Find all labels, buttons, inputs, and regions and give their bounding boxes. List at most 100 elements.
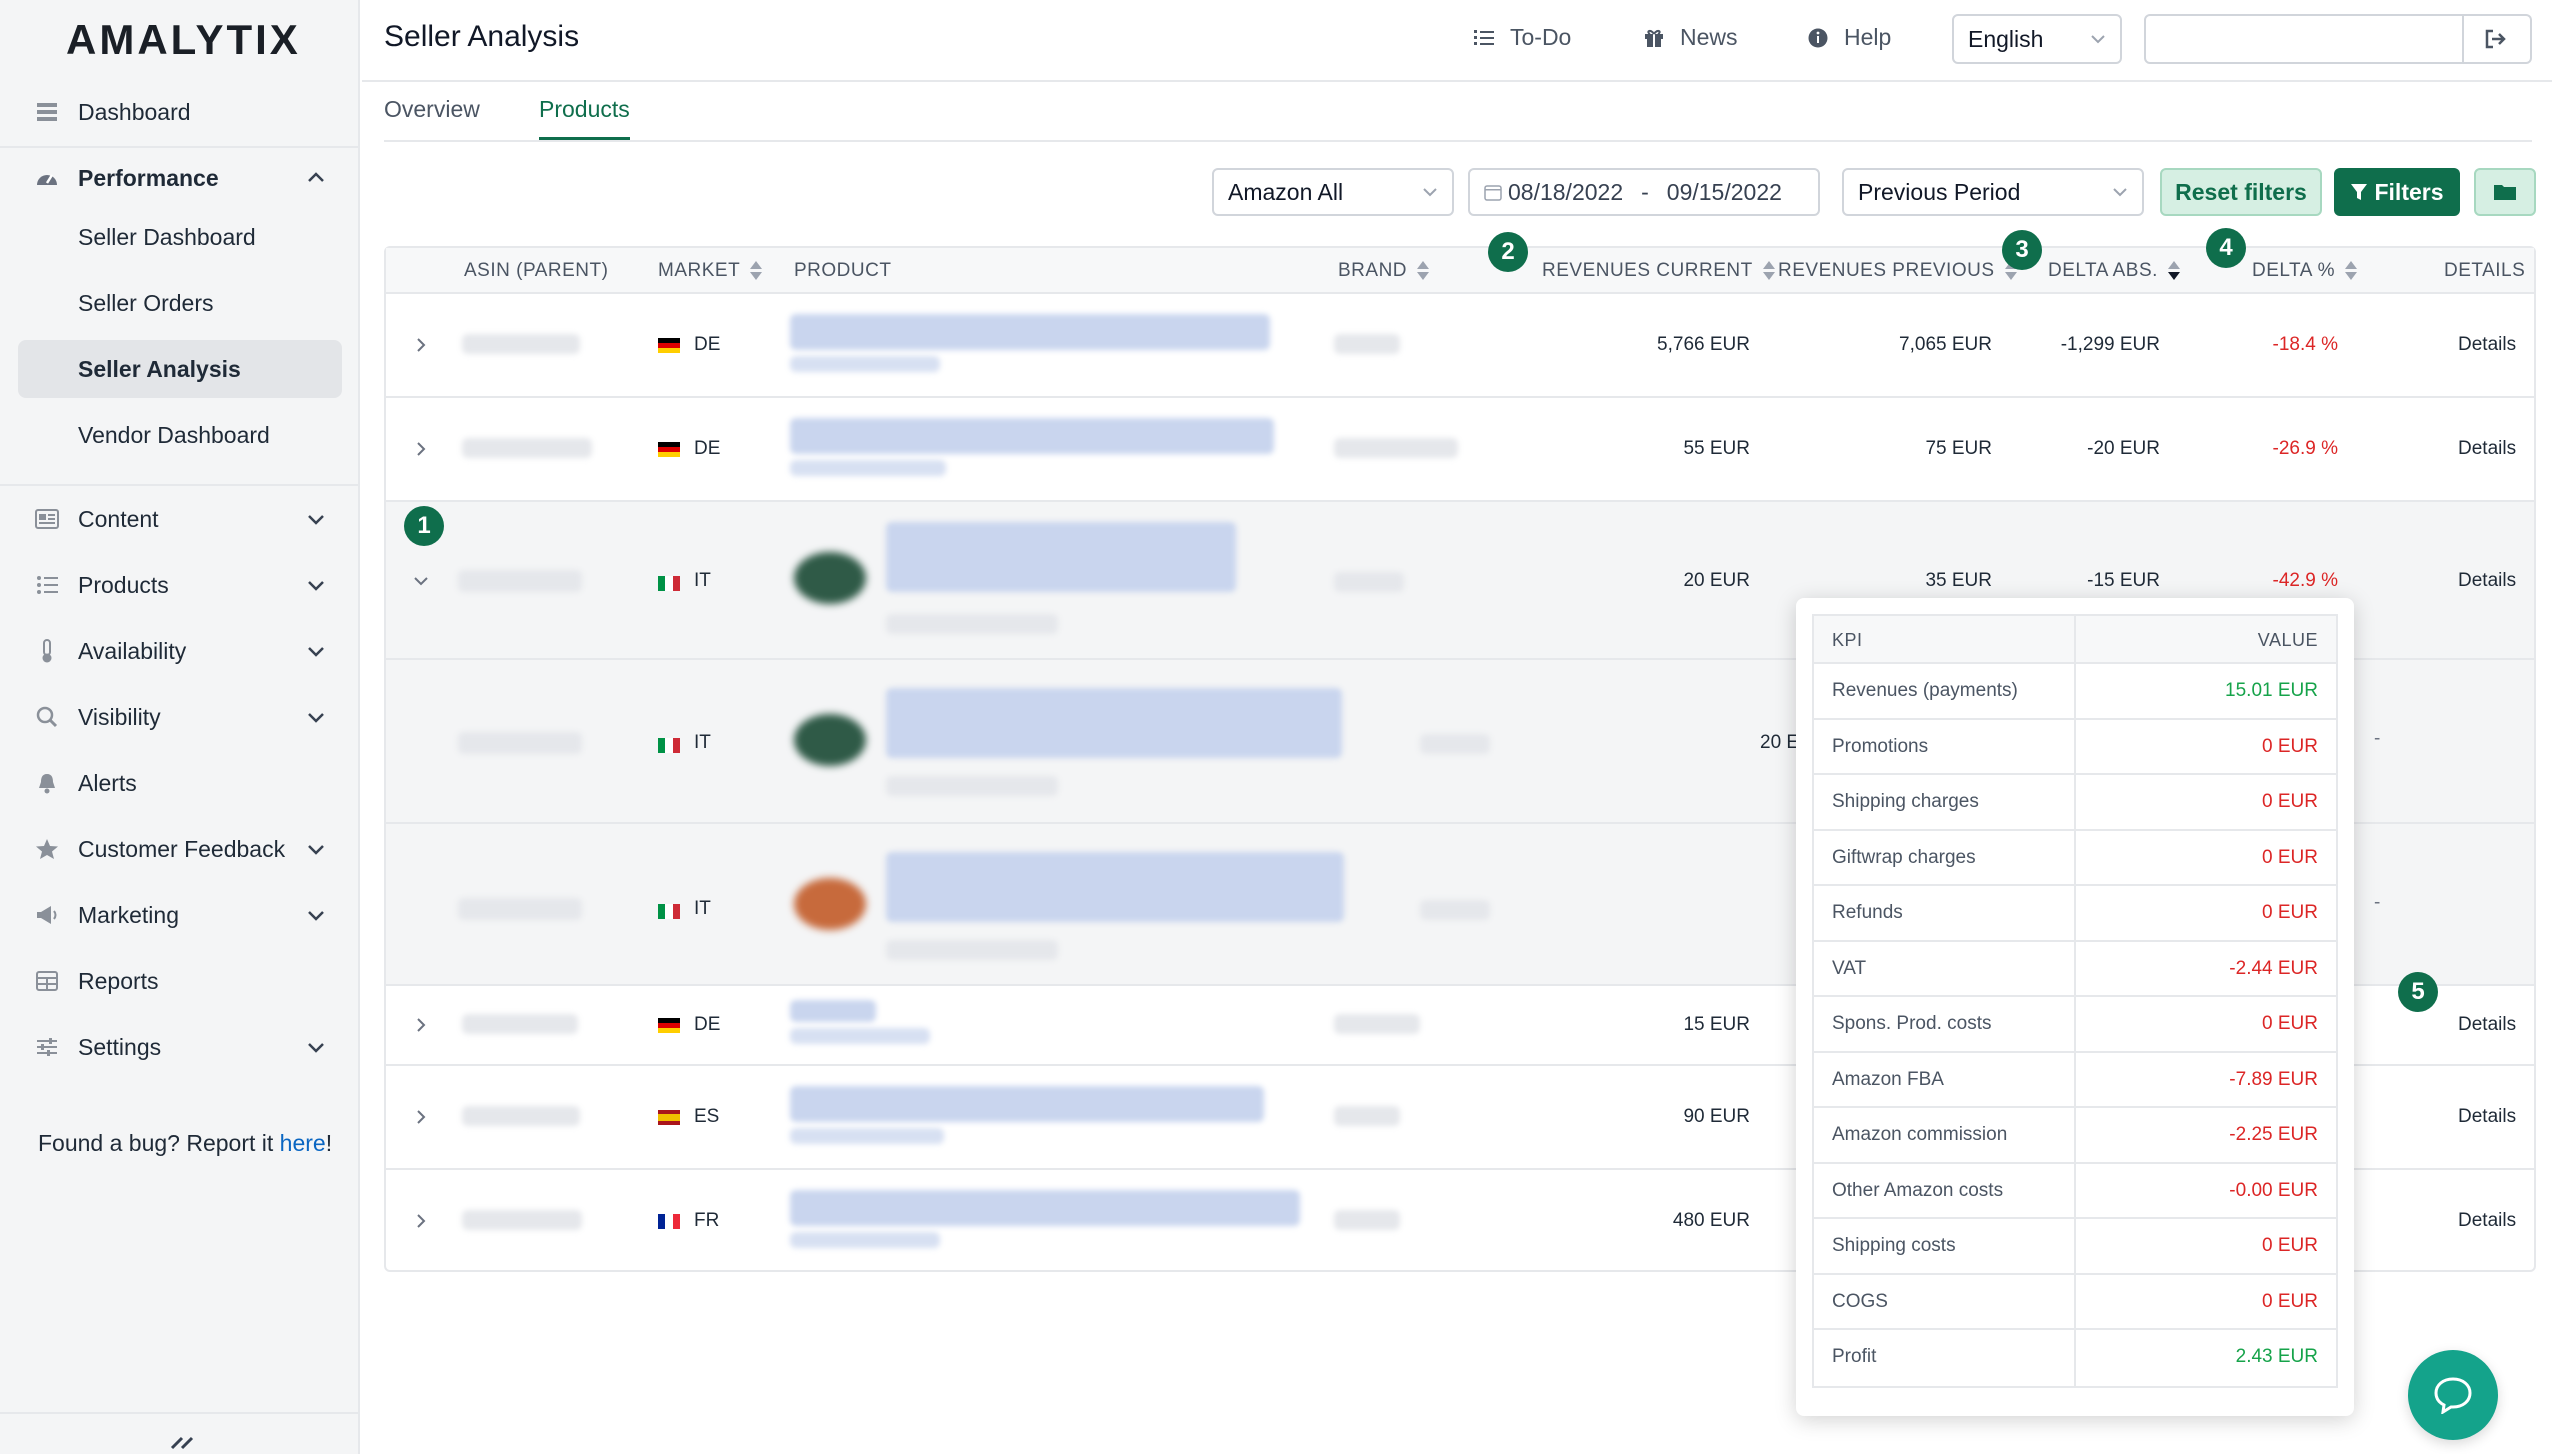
chevron-right-icon[interactable] (410, 334, 432, 356)
chevron-up-icon[interactable] (304, 166, 328, 190)
revenues-current-cell: 20 EUR (1683, 570, 1750, 591)
checklist-icon (1474, 29, 1494, 45)
sidebar-item-label: Customer Feedback (78, 835, 286, 862)
step-badge-2: 2 (1488, 232, 1528, 272)
product-subtitle (886, 776, 1058, 796)
chevron-down-icon[interactable] (304, 573, 328, 597)
sort-icon[interactable] (1417, 261, 1430, 281)
delta-pct-cell: -42.9 % (2272, 570, 2338, 591)
brand-value (1334, 1014, 1420, 1034)
details-link[interactable]: Details (2458, 334, 2516, 356)
sort-icon[interactable] (1762, 261, 1775, 281)
collapse-sidebar-icon[interactable] (168, 1436, 196, 1454)
table-row[interactable]: DE 55 EUR 75 EUR -20 EUR -26.9 % Details (386, 398, 2534, 502)
product-title[interactable] (886, 688, 1342, 758)
bug-report-text: Found a bug? Report it here! (38, 1130, 333, 1156)
product-subtitle (790, 460, 946, 476)
details-link[interactable]: Details (2458, 1106, 2516, 1128)
col-market[interactable]: MARKET (658, 260, 763, 282)
product-title[interactable] (886, 852, 1344, 922)
sidebar-item-content[interactable]: Content (18, 491, 342, 547)
bug-report-link[interactable]: here (280, 1130, 326, 1156)
gauge-icon (34, 165, 60, 191)
sidebar-item-marketing[interactable]: Marketing (18, 887, 342, 943)
divider (0, 484, 358, 486)
chevron-down-icon (2091, 35, 2105, 44)
language-select[interactable]: English (1952, 14, 2122, 64)
step-badge-5: 5 (2398, 972, 2438, 1012)
details-placeholder: - (2374, 728, 2381, 749)
search-input[interactable] (2144, 14, 2464, 64)
marketplace-select[interactable]: Amazon All (1212, 168, 1454, 216)
product-subtitle (790, 1028, 930, 1044)
search-icon (34, 704, 60, 730)
sidebar-item-customer-feedback[interactable]: Customer Feedback (18, 821, 342, 877)
table-row[interactable]: DE 5,766 EUR 7,065 EUR -1,299 EUR -18.4 … (386, 294, 2534, 398)
tab-products[interactable]: Products (539, 96, 630, 140)
col-revenues-previous[interactable]: REVENUES PREVIOUS (1778, 260, 2017, 282)
logout-button[interactable] (2462, 14, 2532, 64)
comparison-period-select[interactable]: Previous Period (1842, 168, 2144, 216)
chevron-down-icon[interactable] (410, 570, 432, 592)
todo-link[interactable]: To-Do (1474, 24, 1571, 51)
details-link[interactable]: Details (2458, 1210, 2516, 1232)
col-brand[interactable]: BRAND (1338, 260, 1430, 282)
sidebar-item-label: Reports (78, 967, 159, 994)
revenues-current-cell: 480 EUR (1672, 1210, 1750, 1231)
sort-icon[interactable] (750, 261, 763, 281)
chevron-right-icon[interactable] (410, 1106, 432, 1128)
chevron-down-icon (2113, 188, 2127, 197)
amalytix-logo[interactable]: AMALYTIX (66, 16, 301, 64)
asin-value (458, 898, 582, 920)
details-link[interactable]: Details (2458, 570, 2516, 592)
sidebar-item-seller-analysis[interactable]: Seller Analysis (18, 340, 342, 398)
date-range-input[interactable]: 08/18/2022 - 09/15/2022 (1468, 168, 1820, 216)
product-title[interactable] (790, 1086, 1264, 1122)
chevron-down-icon[interactable] (304, 639, 328, 663)
filters-button[interactable]: Filters (2334, 168, 2460, 216)
product-title[interactable] (790, 418, 1274, 454)
sidebar-item-reports[interactable]: Reports (18, 953, 342, 1009)
sidebar-item-vendor-dashboard[interactable]: Vendor Dashboard (18, 406, 342, 464)
sidebar-item-dashboard[interactable]: Dashboard (18, 84, 342, 140)
asin-value (462, 1014, 578, 1034)
sidebar-item-seller-dashboard[interactable]: Seller Dashboard (18, 208, 342, 266)
divider (0, 146, 358, 148)
sidebar-item-performance[interactable]: Performance (18, 150, 342, 206)
col-delta-pct[interactable]: DELTA % (2252, 260, 2358, 282)
chevron-right-icon[interactable] (410, 1014, 432, 1036)
sidebar-item-visibility[interactable]: Visibility (18, 689, 342, 745)
sort-desc-icon[interactable] (2167, 261, 2180, 281)
chevron-right-icon[interactable] (410, 438, 432, 460)
sidebar-item-availability[interactable]: Availability (18, 623, 342, 679)
top-bar: Seller Analysis To-Do News Help English (362, 0, 2552, 82)
chevron-right-icon[interactable] (410, 1210, 432, 1232)
chevron-down-icon[interactable] (304, 903, 328, 927)
sidebar-item-seller-orders[interactable]: Seller Orders (18, 274, 342, 332)
product-title[interactable] (790, 1190, 1300, 1226)
product-subtitle (886, 614, 1058, 634)
details-link[interactable]: Details (2458, 438, 2516, 460)
sidebar-item-products[interactable]: Products (18, 557, 342, 613)
product-title[interactable] (886, 522, 1236, 592)
chevron-down-icon[interactable] (304, 705, 328, 729)
sidebar-item-alerts[interactable]: Alerts (18, 755, 342, 811)
sidebar-item-settings[interactable]: Settings (18, 1019, 342, 1075)
saved-filters-button[interactable] (2474, 168, 2536, 216)
chat-support-button[interactable] (2408, 1350, 2498, 1440)
details-link[interactable]: Details (2458, 1014, 2516, 1036)
col-delta-abs[interactable]: DELTA ABS. (2048, 260, 2180, 282)
help-link[interactable]: Help (1808, 24, 1891, 51)
col-revenues-current[interactable]: REVENUES CURRENT (1542, 260, 1775, 282)
product-title[interactable] (790, 314, 1270, 350)
brand-value (1334, 1106, 1400, 1126)
tab-overview[interactable]: Overview (384, 96, 480, 137)
product-thumbnail (794, 714, 866, 766)
chevron-down-icon[interactable] (304, 507, 328, 531)
product-title[interactable] (790, 1000, 876, 1022)
chevron-down-icon[interactable] (304, 1035, 328, 1059)
news-link[interactable]: News (1644, 24, 1738, 51)
sort-icon[interactable] (2345, 261, 2358, 281)
chevron-down-icon[interactable] (304, 837, 328, 861)
reset-filters-button[interactable]: Reset filters (2160, 168, 2322, 216)
